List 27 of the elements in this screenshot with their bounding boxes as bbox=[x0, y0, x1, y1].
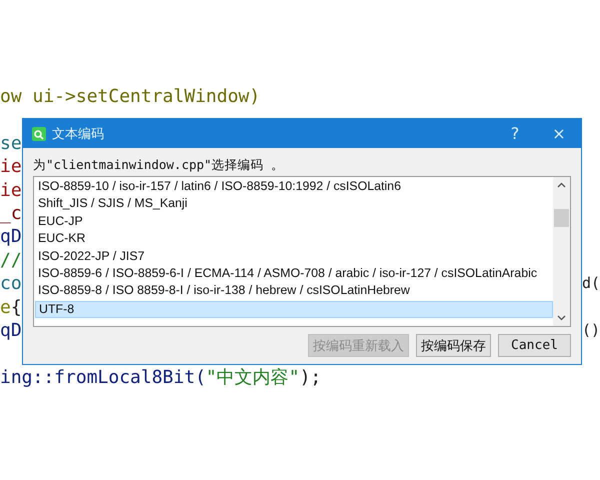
encoding-item[interactable]: EUC-KR bbox=[35, 231, 553, 249]
prompt-text: 为"clientmainwindow.cpp"选择编码 。 bbox=[33, 156, 286, 174]
encoding-item[interactable]: ISO-2022-JP / JIS7 bbox=[35, 248, 553, 266]
code-line: ow ui->setCentralWindow) bbox=[0, 85, 260, 108]
encoding-item[interactable]: ISO-8859-6 / ISO-8859-6-I / ECMA-114 / ASMO-708 / arabic / iso-ir-127 / csISOLatinArabic bbox=[35, 266, 553, 284]
encoding-item[interactable]: ISO-8859-10 / iso-ir-157 / latin6 / ISO-8859-10:1992 / csISOLatin6 bbox=[35, 179, 553, 196]
code-line: _c bbox=[0, 202, 22, 226]
encoding-item[interactable]: EUC-JP bbox=[35, 214, 553, 232]
code-line: ing::fromLocal8Bit("中文内容"); bbox=[0, 366, 322, 390]
code-fragment: d( bbox=[582, 273, 600, 294]
help-button[interactable]: ? bbox=[493, 119, 537, 148]
save-button[interactable]: 按编码保存 bbox=[416, 334, 491, 357]
encoding-item[interactable]: Shift_JIS / SJIS / MS_Kanji bbox=[35, 196, 553, 214]
code-line: e{ bbox=[0, 296, 22, 319]
code-line: ie bbox=[0, 178, 22, 202]
code-line: // bbox=[0, 248, 22, 272]
encoding-item[interactable]: UTF-8 bbox=[35, 300, 553, 318]
code-line: co bbox=[0, 272, 22, 296]
close-button[interactable]: × bbox=[537, 119, 581, 148]
code-fragment: () bbox=[582, 320, 600, 341]
encoding-item[interactable]: ISO-8859-8 / ISO 8859-8-I / iso-ir-138 / hebrew / csISOLatinHebrew bbox=[35, 283, 553, 301]
code-line: se bbox=[0, 132, 22, 156]
code-line: ie bbox=[0, 155, 22, 179]
dialog-title: 文本编码 bbox=[52, 126, 105, 142]
code-line: qD bbox=[0, 318, 22, 342]
cancel-button[interactable]: Cancel bbox=[498, 334, 571, 357]
code-line: qD bbox=[0, 225, 22, 249]
